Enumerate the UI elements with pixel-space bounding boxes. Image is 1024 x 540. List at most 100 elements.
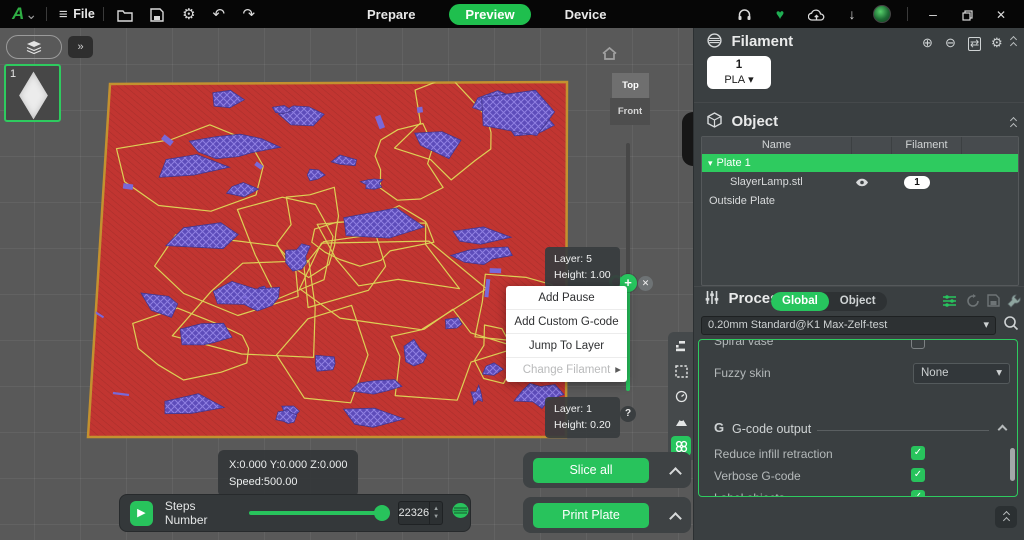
slice-all-button[interactable]: Slice all: [533, 458, 649, 483]
gcode-output-group-header[interactable]: G G-code output: [699, 418, 1017, 440]
menu-hamburger-icon[interactable]: [55, 0, 71, 29]
steps-slider[interactable]: [249, 511, 388, 515]
speed-gauge-icon[interactable]: [671, 386, 691, 406]
download-icon[interactable]: [839, 0, 865, 28]
3d-viewport[interactable]: 1 Top Front Layer: 5 Height: 1.00 Layer:…: [0, 28, 693, 540]
scope-object[interactable]: Object: [829, 292, 887, 311]
menu-item-change-filament[interactable]: Change Filament: [506, 358, 627, 382]
preset-value: 0.20mm Standard@K1 Max-Zelf-test: [708, 317, 887, 334]
advanced-tools-icon[interactable]: [1007, 294, 1021, 313]
mode-tabs: Prepare Preview Device: [355, 0, 619, 28]
viewcube-top[interactable]: Top: [612, 73, 649, 98]
process-preset-select[interactable]: 0.20mm Standard@K1 Max-Zelf-test: [701, 316, 996, 335]
add-filament-icon[interactable]: [922, 35, 933, 51]
redo-icon[interactable]: [236, 0, 262, 29]
layer-value: Layer: 5: [554, 251, 611, 267]
favorites-heart-icon[interactable]: [767, 0, 793, 28]
search-icon[interactable]: [1003, 315, 1019, 336]
menu-item-jump-to-layer[interactable]: Jump To Layer: [506, 334, 627, 358]
setting-row-reduce-infill-retraction: Reduce infill retraction: [699, 444, 1017, 466]
fuzzy-skin-select[interactable]: None: [913, 363, 1010, 384]
settings-gear-icon[interactable]: [176, 0, 202, 29]
reset-icon[interactable]: [966, 294, 980, 313]
settings-scroll-area[interactable]: Spiral vase Fuzzy skin None G G-code out…: [698, 339, 1018, 497]
spiral-vase-checkbox[interactable]: [911, 339, 925, 349]
print-plate-button[interactable]: Print Plate: [533, 503, 649, 528]
object-collapse-icon[interactable]: [1011, 118, 1016, 129]
menu-item-add-pause[interactable]: Add Pause: [506, 286, 627, 310]
plates-list-button[interactable]: [6, 35, 62, 59]
scrollbar-thumb[interactable]: [1010, 448, 1015, 481]
print-options-chevron-icon[interactable]: [669, 512, 682, 525]
spinner-up-icon[interactable]: [433, 505, 439, 513]
undo-icon[interactable]: [206, 0, 232, 29]
steps-number-input[interactable]: 22326: [398, 501, 431, 525]
setting-row-fuzzy-skin: Fuzzy skin None: [699, 360, 1017, 382]
expand-plates-button[interactable]: [68, 36, 93, 58]
layer-slider-track[interactable]: [626, 143, 630, 283]
filament-slot-card[interactable]: 1 PLA: [707, 56, 771, 89]
menu-item-add-custom-gcode[interactable]: Add Custom G-code: [506, 310, 627, 334]
logo-dropdown-icon[interactable]: [24, 0, 38, 28]
cloud-upload-icon[interactable]: [803, 0, 829, 28]
sliced-plate-render[interactable]: [80, 74, 585, 446]
seam-box-icon[interactable]: [671, 361, 691, 381]
reduce-infill-retraction-checkbox[interactable]: [911, 446, 925, 460]
sync-filament-icon[interactable]: [968, 35, 981, 50]
plate-thumbnail[interactable]: 1: [4, 64, 61, 122]
collapse-chevron-icon[interactable]: [998, 425, 1008, 435]
viewcube-front[interactable]: Front: [610, 98, 650, 125]
window-close-icon[interactable]: [988, 0, 1014, 29]
filament-settings-icon[interactable]: [991, 35, 1003, 51]
layer-context-menu: Add Pause Add Custom G-code Jump To Laye…: [506, 286, 627, 382]
process-sliders-icon: [705, 290, 719, 305]
scope-global[interactable]: Global: [771, 292, 829, 311]
tab-device[interactable]: Device: [553, 4, 619, 25]
chevron-down-icon: [980, 317, 989, 334]
object-table: Name Filament Plate 1 SlayerLamp.stl 1 O…: [701, 136, 1019, 286]
row-expand-caret-icon[interactable]: [702, 154, 717, 172]
parameter-filter-icon[interactable]: [942, 294, 957, 313]
setting-label: Label objects: [714, 491, 785, 497]
tab-preview[interactable]: Preview: [449, 4, 530, 25]
window-restore-icon[interactable]: [954, 0, 980, 28]
cooling-fan-icon[interactable]: [671, 411, 691, 431]
object-filament-badge[interactable]: 1: [904, 176, 930, 189]
user-avatar[interactable]: [873, 5, 891, 23]
steps-number-label: Steps Number: [165, 499, 235, 527]
filament-material-select[interactable]: PLA: [724, 74, 753, 86]
tab-prepare[interactable]: Prepare: [355, 4, 427, 25]
layers-icon: [26, 40, 42, 54]
spinner-down-icon[interactable]: [433, 513, 439, 521]
drawer-handle[interactable]: [682, 112, 693, 166]
filament-spool-icon: [707, 33, 722, 48]
file-menu[interactable]: File: [73, 7, 95, 21]
steps-spinner[interactable]: [430, 501, 443, 525]
remove-filament-icon[interactable]: [945, 35, 956, 51]
layer-bars-icon[interactable]: [671, 336, 691, 356]
save-preset-icon[interactable]: [987, 294, 1000, 312]
steps-slider-thumb[interactable]: [374, 505, 390, 521]
setting-row-verbose-gcode: Verbose G-code: [699, 466, 1017, 488]
table-row-plate[interactable]: Plate 1: [702, 154, 1018, 172]
label-objects-checkbox[interactable]: [911, 490, 925, 497]
save-icon[interactable]: [144, 0, 170, 28]
open-folder-icon[interactable]: [112, 0, 138, 28]
visibility-eye-icon[interactable]: [842, 178, 882, 187]
window-minimize-icon[interactable]: [920, 0, 946, 28]
play-button[interactable]: [130, 501, 153, 526]
panel-collapse-button[interactable]: [995, 506, 1017, 528]
help-button[interactable]: [620, 406, 636, 422]
app-logo[interactable]: A: [12, 4, 24, 24]
table-row-object[interactable]: SlayerLamp.stl 1: [702, 172, 1018, 192]
divider: [907, 7, 908, 21]
home-view-icon[interactable]: [601, 46, 618, 66]
close-icon[interactable]: [638, 276, 653, 291]
verbose-gcode-checkbox[interactable]: [911, 468, 925, 482]
slice-options-chevron-icon[interactable]: [669, 467, 682, 480]
divider: [694, 286, 1024, 287]
table-row-outside-plate[interactable]: Outside Plate: [702, 192, 1018, 210]
headset-support-icon[interactable]: [731, 0, 757, 28]
filament-spool-icon[interactable]: [451, 502, 470, 524]
filament-collapse-icon[interactable]: [1011, 37, 1016, 48]
